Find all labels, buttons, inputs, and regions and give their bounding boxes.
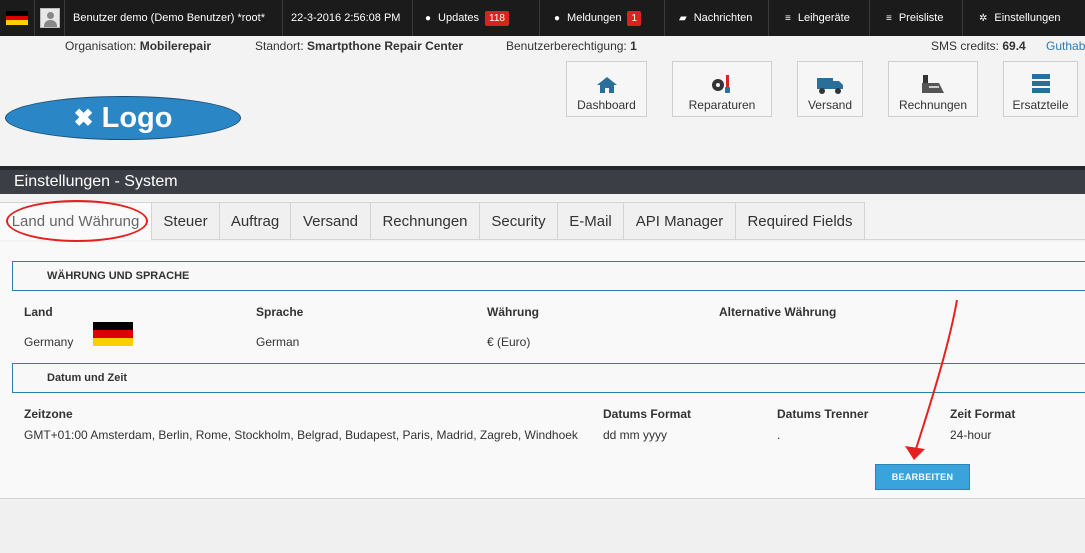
updates-button[interactable]: ● Updates 118 xyxy=(413,0,540,36)
user-icon xyxy=(39,8,60,28)
standort-value: Smartpthone Repair Center xyxy=(307,39,464,53)
zeit-format-label: Zeit Format xyxy=(950,407,1016,421)
versand-label: Versand xyxy=(807,98,853,112)
alternative-waehrung-label: Alternative Währung xyxy=(719,305,837,319)
rechnungen-button[interactable]: Rechnungen xyxy=(888,61,978,117)
settings-tabs: Land und Währung Steuer Auftrag Versand … xyxy=(0,202,1085,240)
section-header-waehrung: WÄHRUNG UND SPRACHE xyxy=(12,261,1085,291)
chat-icon: ▰ xyxy=(679,12,687,24)
list-icon: ≡ xyxy=(785,12,791,24)
info-icon: ● xyxy=(425,12,432,24)
einstellungen-button[interactable]: ✲ Einstellungen xyxy=(963,0,1085,36)
preisliste-button[interactable]: ≡ Preisliste xyxy=(870,0,963,36)
meldungen-badge: 1 xyxy=(627,10,642,26)
tab-steuer[interactable]: Steuer xyxy=(152,202,220,240)
sprache-label: Sprache xyxy=(256,305,304,319)
versand-button[interactable]: Versand xyxy=(797,61,863,117)
user-name[interactable]: Benutzer demo (Demo Benutzer) *root* xyxy=(65,0,283,36)
meldungen-label: Meldungen xyxy=(567,12,622,24)
info-icon: ● xyxy=(554,12,561,24)
ersatzteile-label: Ersatzteile xyxy=(1012,98,1069,112)
logo-text: Logo xyxy=(101,101,173,134)
list-icon: ≡ xyxy=(886,12,892,24)
flag-de-icon xyxy=(6,11,28,25)
tab-rechnungen[interactable]: Rechnungen xyxy=(371,202,480,240)
standort-info: Standort: Smartpthone Repair Center xyxy=(255,39,464,53)
language-selector[interactable] xyxy=(0,0,35,36)
waehrung-label: Währung xyxy=(487,305,539,319)
waehrung-value: € (Euro) xyxy=(487,335,531,349)
tab-security[interactable]: Security xyxy=(480,202,558,240)
datetime: 22-3-2016 2:56:08 PM xyxy=(283,0,413,36)
tab-email[interactable]: E-Mail xyxy=(558,202,624,240)
land-label: Land xyxy=(24,305,53,319)
organisation-value: Mobilerepair xyxy=(139,39,212,53)
flag-de-icon xyxy=(93,322,133,346)
register-icon xyxy=(922,75,944,93)
nachrichten-button[interactable]: ▰ Nachrichten xyxy=(665,0,769,36)
user-avatar[interactable] xyxy=(35,0,65,36)
meldungen-button[interactable]: ● Meldungen 1 xyxy=(540,0,665,36)
home-icon xyxy=(596,77,617,93)
datums-trenner-label: Datums Trenner xyxy=(777,407,869,421)
datetime-text: 22-3-2016 2:56:08 PM xyxy=(291,12,401,24)
reparaturen-button[interactable]: Reparaturen xyxy=(672,61,772,117)
bearbeiten-button[interactable]: BEARBEITEN xyxy=(875,464,970,490)
page-footer-area xyxy=(0,499,1085,553)
top-bar: Benutzer demo (Demo Benutzer) *root* 22-… xyxy=(0,0,1085,36)
datums-format-label: Datums Format xyxy=(603,407,692,421)
tab-land-und-waehrung[interactable]: Land und Währung xyxy=(0,202,152,240)
nachrichten-label: Nachrichten xyxy=(693,12,753,24)
logo[interactable]: ✖ Logo xyxy=(5,96,241,140)
section-header-datum-zeit: Datum und Zeit xyxy=(12,363,1085,393)
einstellungen-label: Einstellungen xyxy=(994,12,1061,24)
tools-icon: ✖ xyxy=(73,104,94,132)
ersatzteile-button[interactable]: Ersatzteile xyxy=(1003,61,1078,117)
sms-credits: SMS credits: 69.4 xyxy=(931,39,1026,53)
zeitzone-label: Zeitzone xyxy=(24,407,73,421)
leihgeraete-label: Leihgeräte xyxy=(797,12,850,24)
page-title: Einstellungen - System xyxy=(14,173,178,190)
organisation-info: Organisation: Mobilerepair xyxy=(65,39,212,53)
truck-icon xyxy=(817,78,843,94)
page-title-bar: Einstellungen - System xyxy=(0,166,1085,194)
repair-icon xyxy=(712,75,730,93)
datums-trenner-value: . xyxy=(777,428,781,442)
reparaturen-label: Reparaturen xyxy=(688,98,756,112)
rechnungen-label: Rechnungen xyxy=(898,98,968,112)
updates-label: Updates xyxy=(438,12,480,24)
tab-api-manager[interactable]: API Manager xyxy=(624,202,736,240)
leihgeraete-button[interactable]: ≡ Leihgeräte xyxy=(769,0,870,36)
rights-info: Benutzerberechtigung: 1 xyxy=(506,39,637,53)
gear-icon: ✲ xyxy=(979,12,988,24)
dashboard-label: Dashboard xyxy=(577,98,636,112)
zeit-format-value: 24-hour xyxy=(950,428,992,442)
updates-badge: 118 xyxy=(485,10,509,26)
datums-format-value: dd mm yyyy xyxy=(603,428,668,442)
guthaben-link[interactable]: Guthab xyxy=(1046,39,1085,53)
land-value: Germany xyxy=(24,335,74,349)
dashboard-button[interactable]: Dashboard xyxy=(566,61,647,117)
tab-versand[interactable]: Versand xyxy=(291,202,371,240)
tab-required-fields[interactable]: Required Fields xyxy=(736,202,865,240)
preisliste-label: Preisliste xyxy=(898,12,944,24)
user-name-text: Benutzer demo (Demo Benutzer) *root* xyxy=(73,12,265,24)
tab-auftrag[interactable]: Auftrag xyxy=(220,202,291,240)
rights-value: 1 xyxy=(630,39,637,53)
zeitzone-value: GMT+01:00 Amsterdam, Berlin, Rome, Stock… xyxy=(24,428,578,442)
server-icon xyxy=(1031,74,1050,93)
sprache-value: German xyxy=(256,335,300,349)
sms-credits-value: 69.4 xyxy=(1002,39,1026,53)
